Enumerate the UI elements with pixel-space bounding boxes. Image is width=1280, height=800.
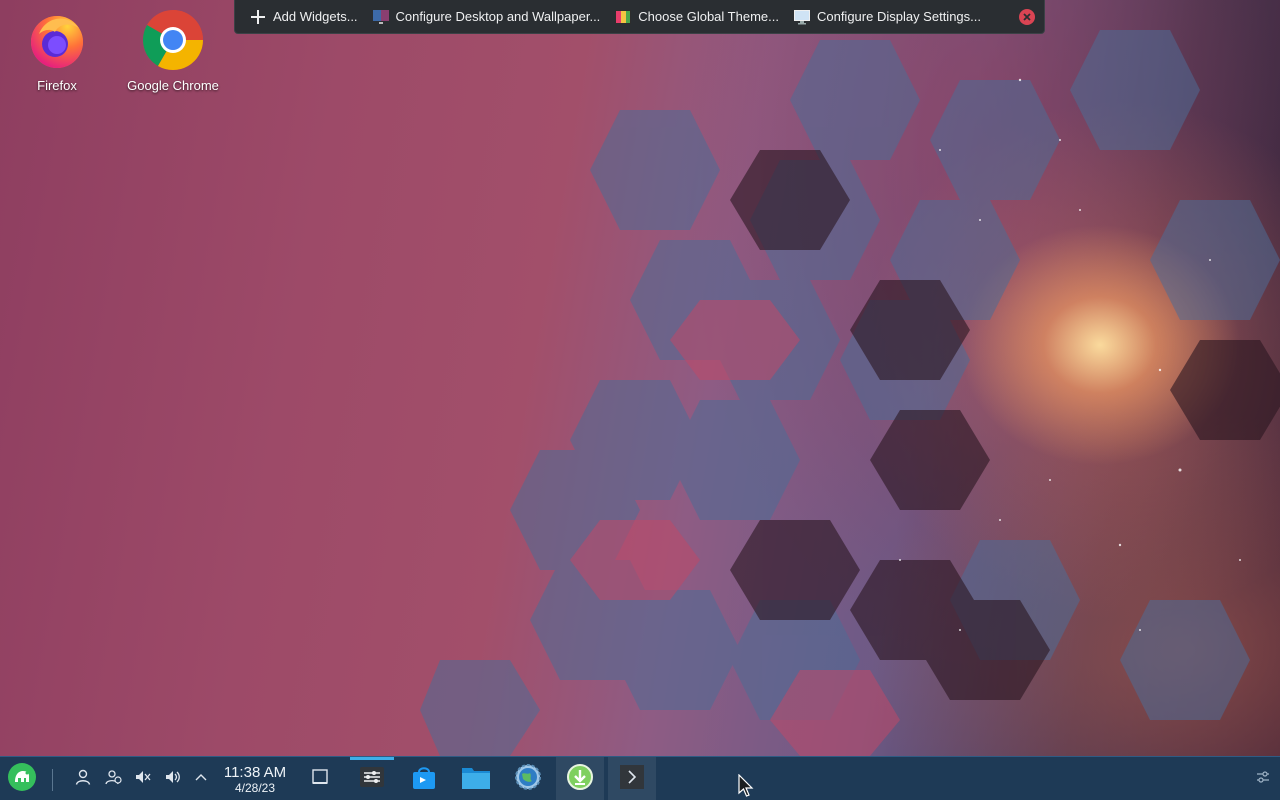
volume-icon bbox=[164, 768, 182, 791]
panel-settings-icon bbox=[1255, 769, 1271, 790]
clock-time: 11:38 AM bbox=[223, 763, 287, 781]
desktop-wallpaper[interactable]: Firefox Google Chrome bbox=[0, 0, 1280, 756]
terminal-icon bbox=[619, 764, 645, 795]
monitor-icon bbox=[793, 8, 811, 26]
task-system-settings[interactable] bbox=[348, 757, 396, 800]
desktop-icon-google-chrome[interactable]: Google Chrome bbox=[118, 8, 228, 93]
configure-desktop-button[interactable]: Configure Desktop and Wallpaper... bbox=[366, 3, 607, 31]
choose-global-theme-label: Choose Global Theme... bbox=[638, 9, 779, 24]
clock-date: 4/28/23 bbox=[234, 780, 276, 795]
plus-icon bbox=[249, 8, 267, 26]
close-icon[interactable] bbox=[1018, 8, 1036, 26]
desktop-icon-firefox[interactable]: Firefox bbox=[2, 8, 112, 93]
network-globe-icon bbox=[514, 763, 542, 796]
task-terminal[interactable] bbox=[608, 757, 656, 800]
add-widgets-label: Add Widgets... bbox=[273, 9, 358, 24]
theme-icon bbox=[614, 8, 632, 26]
volume-button[interactable] bbox=[162, 757, 184, 800]
user-switch-icon bbox=[104, 768, 122, 791]
task-discover-store[interactable] bbox=[400, 757, 448, 800]
digital-clock[interactable]: 11:38 AM 4/28/23 bbox=[216, 757, 294, 800]
choose-global-theme-button[interactable]: Choose Global Theme... bbox=[608, 3, 785, 31]
expand-tray-button[interactable] bbox=[190, 757, 212, 800]
user-switch-button[interactable] bbox=[102, 757, 124, 800]
application-launcher-button[interactable] bbox=[2, 757, 42, 800]
microphone-button[interactable] bbox=[132, 757, 154, 800]
chrome-icon bbox=[141, 8, 205, 72]
user-icon bbox=[74, 768, 92, 791]
microphone-muted-icon bbox=[134, 768, 152, 791]
show-desktop-button[interactable] bbox=[296, 757, 344, 800]
panel-separator bbox=[52, 769, 53, 791]
task-download-manager[interactable] bbox=[556, 757, 604, 800]
file-manager-icon bbox=[461, 764, 491, 795]
chevron-up-icon bbox=[193, 769, 209, 790]
add-widgets-button[interactable]: Add Widgets... bbox=[243, 3, 364, 31]
user-button[interactable] bbox=[72, 757, 94, 800]
task-network-browser[interactable] bbox=[504, 757, 552, 800]
task-file-manager[interactable] bbox=[452, 757, 500, 800]
firefox-icon bbox=[25, 8, 89, 72]
desktop-icon-label: Google Chrome bbox=[127, 78, 219, 93]
discover-store-icon bbox=[411, 764, 437, 795]
download-icon bbox=[566, 763, 594, 796]
panel-settings-button[interactable] bbox=[1252, 757, 1274, 800]
show-desktop-icon bbox=[311, 768, 329, 791]
system-settings-icon bbox=[359, 764, 385, 795]
desktop-edit-toolbar: Add Widgets... Configure Desktop and Wal… bbox=[234, 0, 1045, 34]
application-launcher-icon bbox=[7, 762, 37, 797]
configure-display-button[interactable]: Configure Display Settings... bbox=[787, 3, 987, 31]
configure-display-label: Configure Display Settings... bbox=[816, 9, 981, 24]
wallpaper-icon bbox=[372, 8, 390, 26]
wallpaper-hex-pattern bbox=[420, 30, 1280, 756]
mouse-pointer-icon bbox=[738, 773, 754, 798]
desktop-icon-label: Firefox bbox=[37, 78, 77, 93]
configure-desktop-label: Configure Desktop and Wallpaper... bbox=[395, 9, 601, 24]
taskbar-panel: 11:38 AM 4/28/23 bbox=[0, 756, 1280, 800]
